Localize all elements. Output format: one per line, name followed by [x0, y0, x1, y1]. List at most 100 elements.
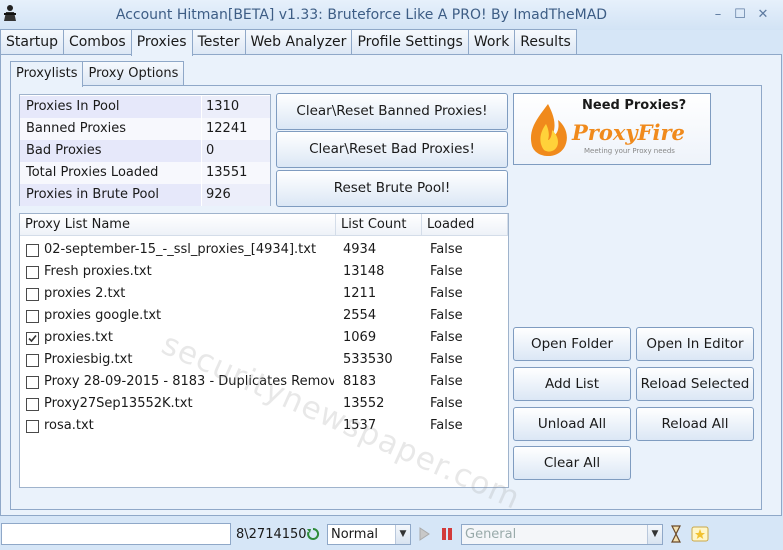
chevron-down-icon: ▼ — [395, 525, 410, 544]
mode-select-value: Normal — [331, 527, 379, 542]
table-row[interactable]: proxies google.txt 2554 False — [20, 305, 508, 327]
hourglass-icon[interactable] — [671, 525, 681, 547]
row-checkbox[interactable] — [26, 376, 39, 389]
proxy-list-name: proxies google.txt — [44, 308, 162, 323]
proxy-list-name: Proxy 28-09-2015 - 8183 - Duplicates Rem… — [44, 374, 334, 389]
tab-proxy-options[interactable]: Proxy Options — [82, 61, 185, 85]
clear-banned-proxies-button[interactable]: Clear\Reset Banned Proxies! — [276, 93, 508, 130]
row-checkbox[interactable] — [26, 354, 39, 367]
proxy-list-loaded: False — [430, 352, 463, 367]
proxy-list-loaded: False — [430, 308, 463, 323]
main-tab-strip: Startup Combos Proxies Tester Web Analyz… — [0, 29, 577, 56]
stat-label: Proxies In Pool — [20, 96, 202, 118]
play-icon[interactable] — [418, 527, 430, 545]
proxy-list-count: 1537 — [343, 418, 377, 433]
maximize-button[interactable]: ☐ — [731, 6, 749, 24]
reload-all-button[interactable]: Reload All — [636, 407, 754, 441]
proxy-list-name: rosa.txt — [44, 418, 94, 433]
proxy-list-name: Proxiesbig.txt — [44, 352, 133, 367]
proxy-list-loaded: False — [430, 286, 463, 301]
proxy-list-table[interactable]: Proxy List Name List Count Loaded 02-sep… — [19, 213, 509, 488]
ad-tagline: Meeting your Proxy needs — [584, 147, 675, 155]
table-row[interactable]: Proxiesbig.txt 533530 False — [20, 349, 508, 371]
proxy-list-loaded: False — [430, 330, 463, 345]
column-header-loaded[interactable]: Loaded — [422, 214, 508, 236]
category-select[interactable]: General ▼ — [461, 524, 663, 545]
tab-results[interactable]: Results — [514, 29, 577, 54]
list-header: Proxy List Name List Count Loaded — [20, 214, 508, 236]
proxyfire-ad-banner[interactable]: Need Proxies? ProxyFire Meeting your Pro… — [513, 93, 711, 165]
stat-label: Total Proxies Loaded — [20, 162, 202, 184]
pause-icon[interactable] — [440, 527, 454, 545]
stat-row: Proxies in Brute Pool 926 — [20, 184, 270, 206]
tab-tester[interactable]: Tester — [191, 29, 246, 54]
proxy-list-count: 13552 — [343, 396, 385, 411]
tab-proxies[interactable]: Proxies — [130, 29, 193, 56]
proxy-list-count: 8183 — [343, 374, 377, 389]
tab-startup[interactable]: Startup — [0, 29, 64, 54]
row-checkbox[interactable] — [26, 420, 39, 433]
proxy-stats-table: Proxies In Pool 1310 Banned Proxies 1224… — [19, 94, 271, 206]
proxy-list-name: Proxy27Sep13552K.txt — [44, 396, 193, 411]
table-row[interactable]: Proxy27Sep13552K.txt 13552 False — [20, 393, 508, 415]
column-header-name[interactable]: Proxy List Name — [20, 214, 336, 236]
unload-all-button[interactable]: Unload All — [513, 407, 631, 441]
progress-count: 8\2714150 — [236, 527, 307, 542]
table-row[interactable]: 02-september-15_-_ssl_proxies_[4934].txt… — [20, 239, 508, 261]
proxy-list-name: proxies.txt — [44, 330, 113, 345]
open-folder-button[interactable]: Open Folder — [513, 327, 631, 361]
clear-bad-proxies-button[interactable]: Clear\Reset Bad Proxies! — [276, 131, 508, 168]
proxy-list-loaded: False — [430, 242, 463, 257]
stat-label: Bad Proxies — [20, 140, 202, 162]
row-checkbox[interactable] — [26, 266, 39, 279]
star-icon[interactable] — [691, 526, 709, 546]
stat-value: 12241 — [202, 118, 270, 140]
tab-combos[interactable]: Combos — [62, 29, 132, 54]
row-checkbox[interactable] — [26, 332, 39, 345]
minimize-button[interactable]: – — [709, 6, 727, 24]
refresh-icon[interactable] — [306, 527, 320, 545]
tab-profile-settings[interactable]: Profile Settings — [351, 29, 469, 54]
status-bar: 8\2714150 Normal ▼ General ▼ — [0, 518, 783, 550]
table-row[interactable]: Proxy 28-09-2015 - 8183 - Duplicates Rem… — [20, 371, 508, 393]
reset-brute-pool-button[interactable]: Reset Brute Pool! — [276, 170, 508, 207]
proxy-list-count: 1211 — [343, 286, 377, 301]
row-checkbox[interactable] — [26, 244, 39, 257]
add-list-button[interactable]: Add List — [513, 367, 631, 401]
reload-selected-button[interactable]: Reload Selected — [636, 367, 754, 401]
category-select-value: General — [465, 527, 517, 542]
proxy-list-name: Fresh proxies.txt — [44, 264, 152, 279]
stat-label: Banned Proxies — [20, 118, 202, 140]
open-in-editor-button[interactable]: Open In Editor — [636, 327, 754, 361]
row-checkbox[interactable] — [26, 310, 39, 323]
stat-value: 13551 — [202, 162, 270, 184]
proxy-list-count: 2554 — [343, 308, 377, 323]
mode-select[interactable]: Normal ▼ — [327, 524, 411, 545]
stat-label: Proxies in Brute Pool — [20, 184, 202, 206]
proxy-list-count: 13148 — [343, 264, 385, 279]
table-row[interactable]: rosa.txt 1537 False — [20, 415, 508, 437]
proxy-list-count: 1069 — [343, 330, 377, 345]
column-header-count[interactable]: List Count — [336, 214, 422, 236]
tab-web-analyzer[interactable]: Web Analyzer — [244, 29, 353, 54]
close-button[interactable]: ✕ — [754, 6, 772, 24]
stat-value: 1310 — [202, 96, 270, 118]
title-bar: Account Hitman[BETA] v1.33: Bruteforce L… — [0, 0, 783, 30]
proxylists-panel: Proxies In Pool 1310 Banned Proxies 1224… — [10, 85, 762, 517]
flame-logo-icon — [522, 102, 574, 166]
proxy-list-loaded: False — [430, 374, 463, 389]
table-row[interactable]: Fresh proxies.txt 13148 False — [20, 261, 508, 283]
row-checkbox[interactable] — [26, 398, 39, 411]
stat-value: 0 — [202, 140, 270, 162]
status-input[interactable] — [1, 523, 231, 545]
tab-proxylists[interactable]: Proxylists — [10, 61, 84, 87]
proxy-list-count: 533530 — [343, 352, 393, 367]
clear-all-button[interactable]: Clear All — [513, 446, 631, 480]
proxy-list-count: 4934 — [343, 242, 377, 257]
proxy-list-loaded: False — [430, 264, 463, 279]
tab-work[interactable]: Work — [467, 29, 516, 54]
table-row[interactable]: proxies.txt 1069 False — [20, 327, 508, 349]
table-row[interactable]: proxies 2.txt 1211 False — [20, 283, 508, 305]
ad-brand: ProxyFire — [572, 120, 685, 145]
row-checkbox[interactable] — [26, 288, 39, 301]
